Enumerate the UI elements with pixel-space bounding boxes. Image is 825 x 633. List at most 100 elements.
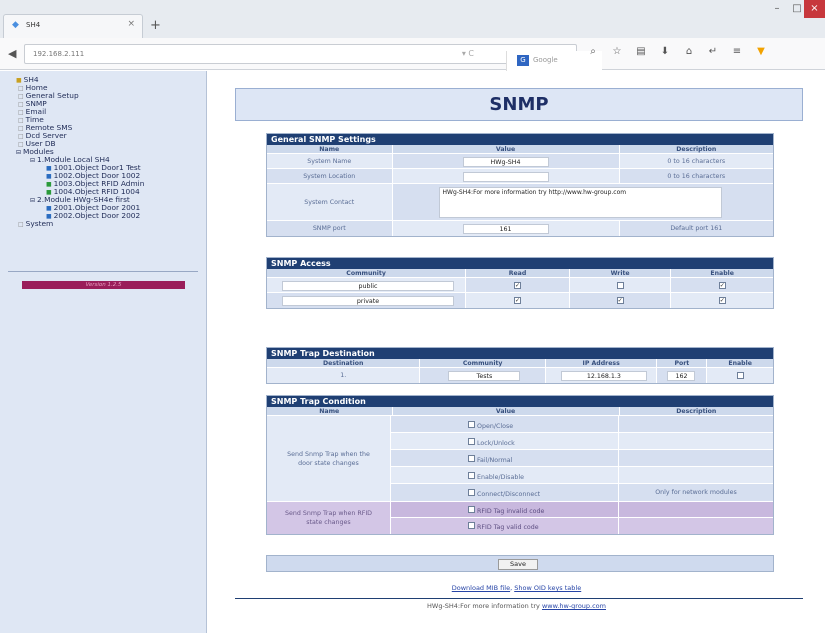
general-snmp-settings: General SNMP Settings Name Value Descrip… <box>266 133 774 237</box>
column-header: Name <box>267 407 393 415</box>
menu-icon[interactable]: ≡ <box>730 46 744 57</box>
section-title: SNMP Access <box>267 258 773 269</box>
footer-link[interactable]: www.hw-group.com <box>542 602 606 610</box>
reload-icon[interactable]: ▾ C <box>462 49 474 58</box>
table-row: 1. Tests 12.168.1.3 162 <box>267 368 773 383</box>
favicon-icon: ◆ <box>12 20 19 30</box>
share-icon[interactable]: ↵ <box>706 46 720 57</box>
option-cell: Open/Close <box>391 416 619 432</box>
enable-checkbox[interactable]: ✓ <box>718 297 726 304</box>
enable-cell: ✓ <box>671 278 773 292</box>
system-contact-textarea[interactable]: HWg-SH4:For more information try http://… <box>438 187 722 218</box>
read-checkbox[interactable]: ✓ <box>514 297 522 304</box>
star-icon[interactable]: ☆ <box>610 46 624 57</box>
option-cell: Connect/Disconnect <box>391 484 619 501</box>
read-cell: ✓ <box>466 278 570 292</box>
navigation-tree: ■ SH4 □ Home □ General Setup □ SNMP □ Email □… <box>0 71 207 633</box>
back-arrow-icon[interactable]: ◀ <box>8 47 16 60</box>
table-header: Name Value Description <box>267 145 773 154</box>
download-mib-link[interactable]: Download MIB file <box>452 584 510 592</box>
option-label: Lock/Unlock <box>477 440 515 447</box>
system-name-input[interactable]: HWg-SH4 <box>462 157 549 167</box>
close-window-icon[interactable]: × <box>804 0 825 18</box>
option-row: RFID Tag invalid code <box>391 502 773 518</box>
port-cell: 162 <box>657 368 708 383</box>
door-condition-group: Send Snmp Trap when the door state chang… <box>267 416 773 502</box>
option-label: Connect/Disconnect <box>477 491 541 498</box>
enable-cell: ✓ <box>671 293 773 308</box>
description-cell <box>619 450 773 466</box>
rfid-invalid-checkbox[interactable] <box>468 506 475 513</box>
column-header: Value <box>393 407 620 415</box>
minimize-icon[interactable]: – <box>766 0 788 18</box>
fail-normal-checkbox[interactable] <box>468 455 475 462</box>
new-tab-icon[interactable]: + <box>150 18 161 33</box>
column-header: Destination <box>267 359 421 367</box>
option-row: Enable/Disable <box>391 467 773 484</box>
footer-text: HWg-SH4:For more information try <box>427 602 542 610</box>
column-header: Description <box>676 146 717 153</box>
reader-icon[interactable]: ▤ <box>634 46 648 57</box>
destination-number: 1. <box>267 368 421 383</box>
column-header: Name <box>267 145 393 153</box>
option-row: Connect/Disconnect Only for network modu… <box>391 484 773 501</box>
rfid-options: RFID Tag invalid code RFID Tag valid cod… <box>391 502 773 534</box>
system-contact-label: System Contact <box>267 184 393 220</box>
main-content: SNMP General SNMP Settings Name Value De… <box>208 71 825 633</box>
page-header: SNMP <box>235 88 803 121</box>
table-row: SNMP port 161 Default port 161 <box>267 221 773 236</box>
option-row: Lock/Unlock <box>391 433 773 450</box>
version-label: Version 1.2.5 <box>22 281 185 289</box>
open-close-checkbox[interactable] <box>468 421 475 428</box>
tab-close-icon[interactable]: × <box>127 19 135 29</box>
toolbar-icons: ⌕ ☆ ▤ ⬇ ⌂ ↵ ≡ ▼ <box>586 46 822 57</box>
table-row: private ✓ ✓ ✓ <box>267 293 773 308</box>
column-header: Community <box>420 359 546 367</box>
show-oid-link[interactable]: Show OID keys table <box>514 584 581 592</box>
rfid-valid-checkbox[interactable] <box>468 522 475 529</box>
connect-disconnect-checkbox[interactable] <box>468 489 475 496</box>
enable-checkbox[interactable]: ✓ <box>718 281 726 289</box>
system-location-input[interactable] <box>462 172 549 182</box>
save-bar: Save <box>266 555 774 572</box>
lock-unlock-checkbox[interactable] <box>468 438 475 445</box>
table-row: System Contact HWg-SH4:For more informat… <box>267 184 773 221</box>
column-header: Port <box>657 359 708 367</box>
option-row: RFID Tag valid code <box>391 518 773 534</box>
expand-icon[interactable]: ⊟ <box>30 196 35 205</box>
search-icon[interactable]: ⌕ <box>586 46 600 57</box>
community-input[interactable]: private <box>282 296 454 306</box>
column-header: Read <box>466 269 570 277</box>
table-header: Community Read Write Enable <box>267 269 773 278</box>
trap-community-input[interactable]: Tests <box>448 371 521 381</box>
read-cell: ✓ <box>466 293 570 308</box>
community-input[interactable]: public <box>282 281 454 291</box>
enable-disable-checkbox[interactable] <box>468 472 475 479</box>
home-icon[interactable]: ⌂ <box>682 46 696 57</box>
value-cell: HWg-SH4 <box>392 154 620 168</box>
table-row: public ✓ ✓ <box>267 278 773 293</box>
table-header: Name Value Description <box>267 407 773 416</box>
trap-port-input[interactable]: 162 <box>667 371 696 381</box>
door-condition-label: Send Snmp Trap when the door state chang… <box>267 416 391 501</box>
write-checkbox[interactable] <box>616 281 624 289</box>
expand-icon[interactable]: ⊟ <box>16 148 21 157</box>
trap-enable-checkbox[interactable] <box>736 372 744 379</box>
expand-icon[interactable]: ⊟ <box>30 156 35 165</box>
snmp-port-input[interactable]: 161 <box>462 224 549 234</box>
trap-ip-input[interactable]: 12.168.1.3 <box>560 371 647 381</box>
column-header: IP Address <box>546 359 658 367</box>
search-engine-label: Google <box>533 56 558 64</box>
save-button[interactable]: Save <box>498 559 538 570</box>
option-label: Fail/Normal <box>477 457 513 464</box>
browser-tab[interactable]: ◆ SH4 × <box>3 14 143 38</box>
tree-item-system[interactable]: □ System <box>18 219 53 229</box>
read-checkbox[interactable]: ✓ <box>514 281 522 289</box>
write-checkbox[interactable]: ✓ <box>616 297 624 304</box>
url-bar[interactable]: 192.168.2.111 ▾ C G Google <box>24 44 602 71</box>
tree-item-object-2002[interactable]: ■ 2002.Object Door 2002 <box>46 211 140 221</box>
extension-icon[interactable]: ▼ <box>754 46 768 57</box>
option-label: Open/Close <box>477 423 514 430</box>
download-icon[interactable]: ⬇ <box>658 46 672 57</box>
page-title: SNMP <box>489 94 549 115</box>
